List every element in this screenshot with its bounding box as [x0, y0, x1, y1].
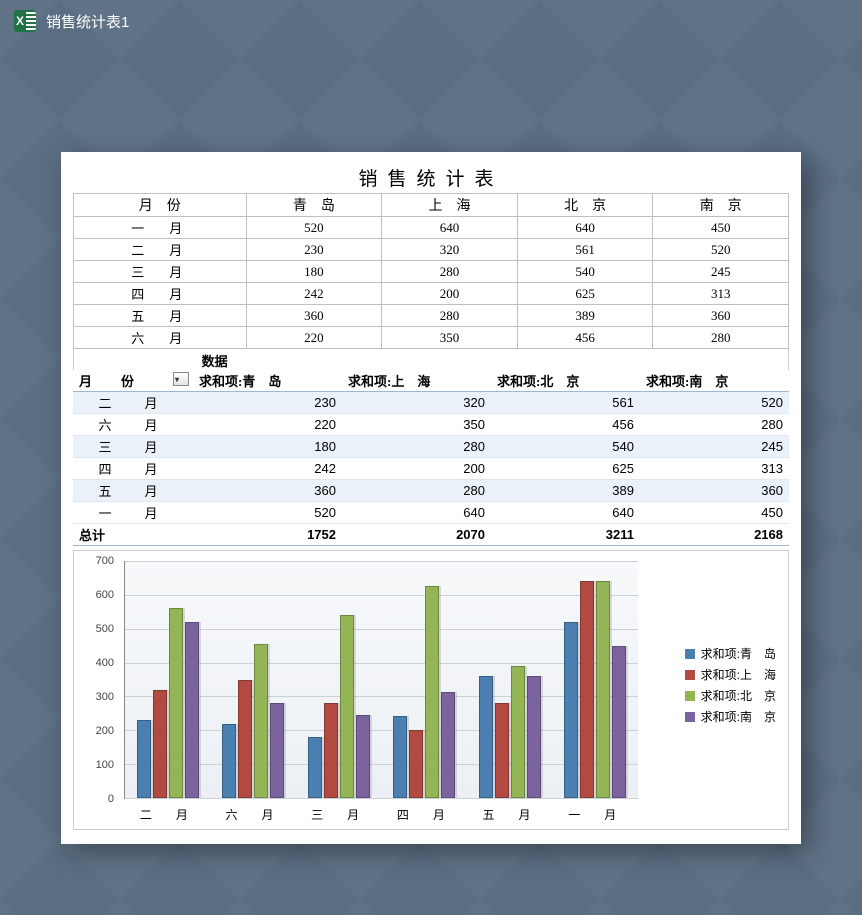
- table-row: 六 月220350456280: [73, 414, 789, 436]
- table-row: 四 月242200625313: [74, 283, 789, 305]
- bar: [324, 703, 338, 798]
- window-title: 销售统计表1: [46, 11, 129, 32]
- table-row: 三 月180280540245: [73, 436, 789, 458]
- window-titlebar: 销售统计表1: [0, 0, 862, 42]
- chart-bars: [125, 561, 638, 798]
- bar: [356, 715, 370, 798]
- legend-swatch: [685, 712, 695, 722]
- table-row: 五 月360280389360: [74, 305, 789, 327]
- spreadsheet-document: 销售统计表 月 份青 岛上 海北 京南 京 一 月520640640450二 月…: [61, 152, 801, 844]
- bar: [137, 720, 151, 798]
- sales-data-table: 月 份青 岛上 海北 京南 京 一 月520640640450二 月230320…: [73, 193, 789, 349]
- pivot-total-label: 总计: [73, 524, 193, 546]
- bar-group: [382, 561, 468, 798]
- legend-item: 求和项:青 岛: [685, 645, 776, 662]
- table-header: 北 京: [517, 194, 653, 217]
- pivot-header: 求和项:青 岛: [193, 370, 342, 392]
- legend-item: 求和项:北 京: [685, 687, 776, 704]
- bar: [479, 676, 493, 798]
- bar-group: [125, 561, 211, 798]
- bar: [596, 581, 610, 798]
- pivot-table: 月 份▾求和项:青 岛求和项:上 海求和项:北 京求和项:南 京 二 月2303…: [73, 370, 789, 546]
- table-row: 二 月230320561520: [74, 239, 789, 261]
- bar: [425, 586, 439, 798]
- table-header: 月 份: [74, 194, 247, 217]
- excel-icon: [14, 10, 36, 32]
- sheet-title: 销售统计表: [73, 162, 789, 193]
- pivot-header: 求和项:北 京: [491, 370, 640, 392]
- bar: [340, 615, 354, 798]
- table-row: 二 月230320561520: [73, 392, 789, 414]
- bar: [441, 692, 455, 798]
- bar: [612, 646, 626, 798]
- table-row: 一 月520640640450: [73, 502, 789, 524]
- pivot-data-label: 数据: [73, 349, 789, 370]
- bar: [495, 703, 509, 798]
- legend-swatch: [685, 691, 695, 701]
- bar: [238, 680, 252, 799]
- pivot-filter-dropdown[interactable]: ▾: [173, 372, 189, 386]
- bar: [393, 716, 407, 798]
- pivot-header: 求和项:上 海: [342, 370, 491, 392]
- bar-group: [553, 561, 639, 798]
- bar-group: [467, 561, 553, 798]
- chart-plot-area: [124, 561, 638, 799]
- bar: [308, 737, 322, 798]
- bar: [185, 622, 199, 798]
- sales-bar-chart: 0100200300400500600700 二 月六 月三 月四 月五 月一 …: [73, 550, 789, 830]
- table-row: 一 月520640640450: [74, 217, 789, 239]
- bar: [270, 703, 284, 798]
- chart-legend: 求和项:青 岛求和项:上 海求和项:北 京求和项:南 京: [685, 641, 776, 729]
- bar: [527, 676, 541, 798]
- bar: [511, 666, 525, 798]
- legend-swatch: [685, 670, 695, 680]
- legend-swatch: [685, 649, 695, 659]
- table-row: 六 月220350456280: [74, 327, 789, 349]
- bar: [564, 622, 578, 798]
- legend-item: 求和项:上 海: [685, 666, 776, 683]
- legend-item: 求和项:南 京: [685, 708, 776, 725]
- bar: [580, 581, 594, 798]
- table-row: 三 月180280540245: [74, 261, 789, 283]
- bar-group: [211, 561, 297, 798]
- table-header: 上 海: [382, 194, 518, 217]
- chart-y-axis-labels: 0100200300400500600700: [74, 561, 120, 799]
- bar: [169, 608, 183, 798]
- chart-x-axis-labels: 二 月六 月三 月四 月五 月一 月: [124, 806, 638, 823]
- bar: [153, 690, 167, 798]
- table-row: 五 月360280389360: [73, 480, 789, 502]
- bar-group: [296, 561, 382, 798]
- table-header: 南 京: [653, 194, 789, 217]
- bar: [222, 724, 236, 798]
- bar: [254, 644, 268, 798]
- pivot-header: 求和项:南 京: [640, 370, 789, 392]
- pivot-month-header: 月 份▾: [73, 370, 193, 392]
- table-header: 青 岛: [246, 194, 382, 217]
- table-row: 四 月242200625313: [73, 458, 789, 480]
- bar: [409, 730, 423, 798]
